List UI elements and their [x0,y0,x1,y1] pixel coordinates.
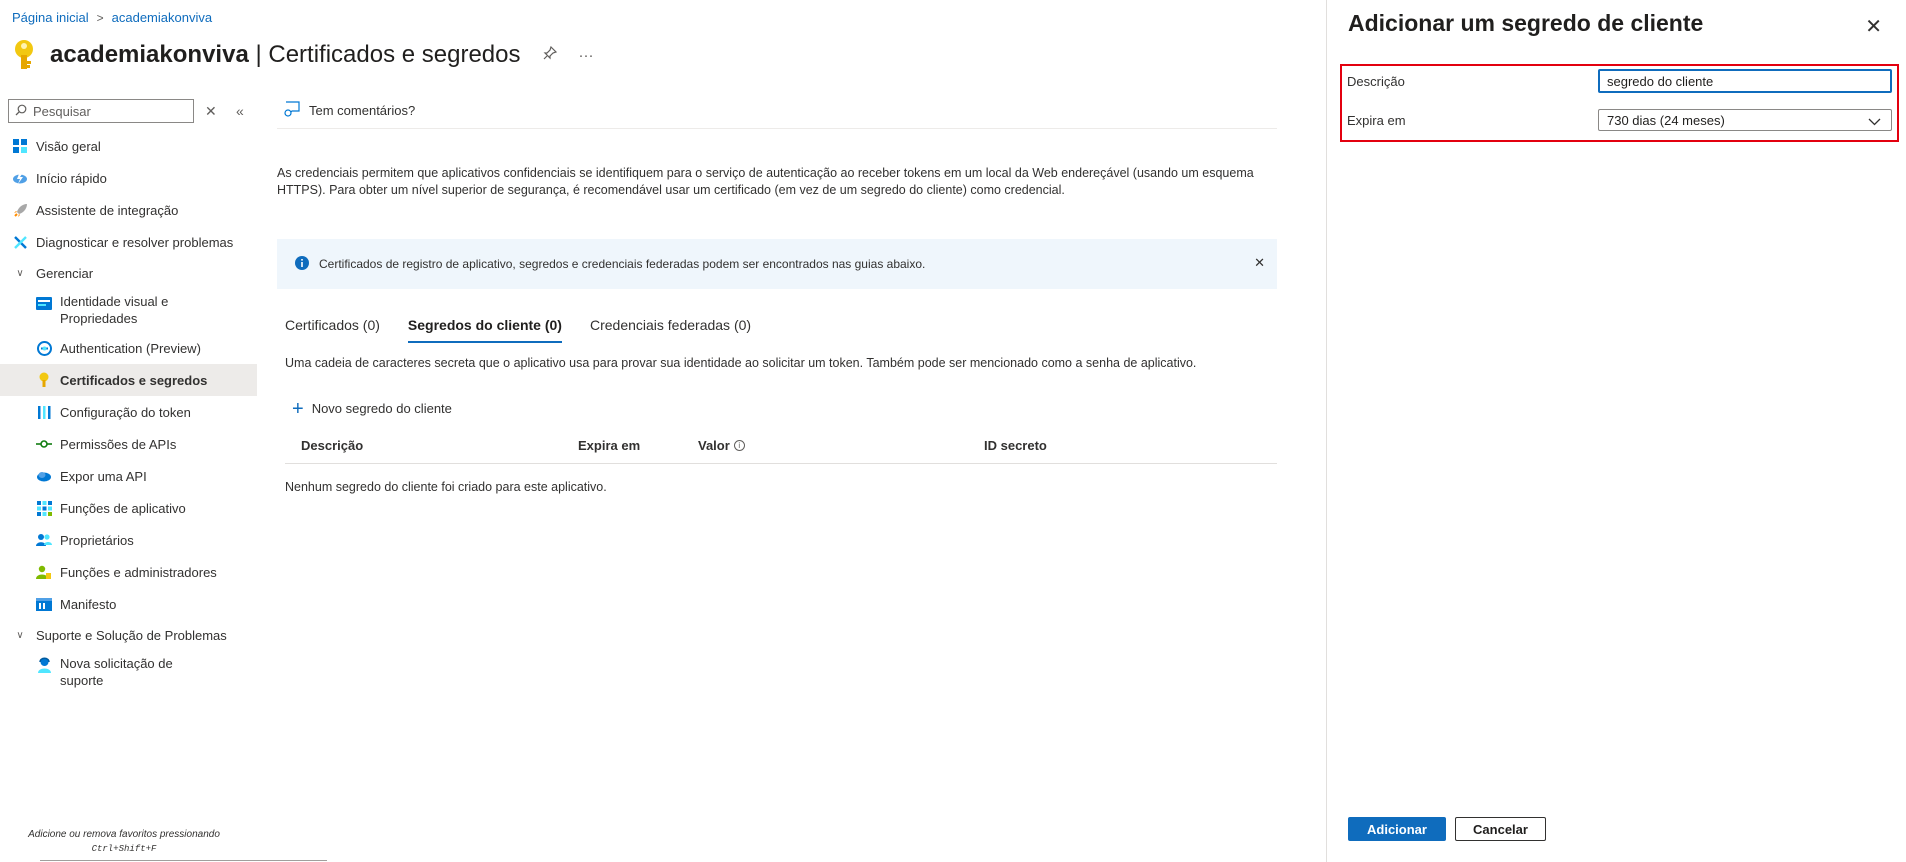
info-icon[interactable]: i [733,440,745,451]
chevron-right-icon: > [96,10,104,25]
feedback-icon [283,101,301,120]
collapse-sidebar-icon[interactable]: « [236,103,244,119]
expires-dropdown[interactable]: 730 dias (24 meses) [1598,109,1892,131]
feedback-button[interactable]: Tem comentários? [283,101,415,120]
expires-label: Expira em [1347,113,1406,128]
sidebar-search[interactable] [8,99,194,123]
search-icon [15,104,27,119]
manifest-icon [36,596,52,612]
column-header-expires: Expira em [578,438,641,453]
tab-federated-credentials[interactable]: Credenciais federadas (0) [590,317,751,343]
info-banner: Certificados de registro de aplicativo, … [277,239,1277,289]
tab-client-secrets[interactable]: Segredos do cliente (0) [407,317,562,343]
card-icon [36,295,52,311]
wrench-icon [12,234,28,250]
sidebar-item-roles-admins[interactable]: Funções e administradores [0,556,257,588]
breadcrumb-current[interactable]: academiakonviva [112,10,212,25]
sidebar-item-integration-assistant[interactable]: Assistente de integração [0,194,257,226]
close-icon[interactable]: ✕ [1865,14,1882,39]
sidebar-item-token-configuration[interactable]: Configuração do token [0,396,257,428]
admin-icon [36,564,52,580]
support-person-icon [36,657,52,673]
column-header-secret-id: ID secreto [984,438,1047,453]
cloud-lightning-icon [12,170,28,186]
sidebar-group-support[interactable]: ∨ Suporte e Solução de Problemas [0,620,257,650]
sidebar-item-expose-api[interactable]: Expor uma API [0,460,257,492]
table-empty-message: Nenhum segredo do cliente foi criado par… [285,480,607,494]
tab-description: Uma cadeia de caracteres secreta que o a… [285,356,1197,370]
tab-certificates[interactable]: Certificados (0) [285,317,380,343]
secrets-tabs: Certificados (0) Segredos do cliente (0)… [285,317,751,343]
column-header-value: Valor i [698,438,745,453]
divider [40,860,327,861]
info-banner-text: Certificados de registro de aplicativo, … [319,257,926,271]
page-title: academiakonviva | Certificados e segredo… [50,41,521,68]
description-input[interactable] [1598,69,1892,93]
info-icon [295,255,309,273]
close-icon[interactable]: ✕ [1254,255,1265,271]
breadcrumb: Página inicial > academiakonviva [12,10,212,25]
key-icon [36,372,52,388]
sidebar: Visão geral Início rápido Assistente de … [0,130,257,694]
grid-icon [12,138,28,154]
app-grid-icon [36,500,52,516]
sidebar-group-manage[interactable]: ∨ Gerenciar [0,258,257,288]
cloud-icon [36,468,52,484]
sidebar-item-new-support-request[interactable]: Nova solicitação de suporte [0,650,257,694]
new-client-secret-button[interactable]: + Novo segredo do cliente [292,397,452,420]
sidebar-item-diagnose[interactable]: Diagnosticar e resolver problemas [0,226,257,258]
panel-title: Adicionar um segredo de cliente [1348,10,1704,36]
sidebar-item-overview[interactable]: Visão geral [0,130,257,162]
cancel-button[interactable]: Cancelar [1455,817,1546,841]
sidebar-item-owners[interactable]: Proprietários [0,524,257,556]
page-header: academiakonviva | Certificados e segredo… [12,38,594,72]
chevron-down-icon: ∨ [16,629,24,641]
key-icon [12,38,40,72]
credentials-intro: As credenciais permitem que aplicativos … [277,166,1254,197]
favorites-hint: Adicione ou remova favoritos pressionand… [28,829,220,854]
description-label: Descrição [1347,74,1405,89]
sidebar-item-manifest[interactable]: Manifesto [0,588,257,620]
auth-icon [36,340,52,356]
breadcrumb-home[interactable]: Página inicial [12,10,89,25]
add-button[interactable]: Adicionar [1348,817,1446,841]
plus-icon: + [292,397,304,420]
sidebar-item-branding[interactable]: Identidade visual e Propriedades [0,288,257,332]
bars-icon [36,404,52,420]
divider [277,128,1277,129]
pin-icon[interactable] [543,45,557,64]
chevron-down-icon: ∨ [16,267,24,279]
sidebar-item-certificates-secrets[interactable]: Certificados e segredos [0,364,257,396]
chevron-down-icon [1868,114,1881,129]
sidebar-item-api-permissions[interactable]: Permissões de APIs [0,428,257,460]
ellipsis-icon[interactable]: ··· [579,47,594,64]
secrets-table-header: Descrição Expira em Valor i ID secreto [285,438,1277,464]
sidebar-item-quickstart[interactable]: Início rápido [0,162,257,194]
search-input[interactable] [33,103,183,119]
column-header-description: Descrição [301,438,364,453]
clear-filter-icon[interactable]: ✕ [205,103,217,120]
add-secret-panel: Adicionar um segredo de cliente ✕ Descri… [1326,0,1906,862]
api-icon [36,436,52,452]
sidebar-item-app-roles[interactable]: Funções de aplicativo [0,492,257,524]
rocket-icon [12,202,28,218]
sidebar-item-authentication[interactable]: Authentication (Preview) [0,332,257,364]
people-icon [36,532,52,548]
